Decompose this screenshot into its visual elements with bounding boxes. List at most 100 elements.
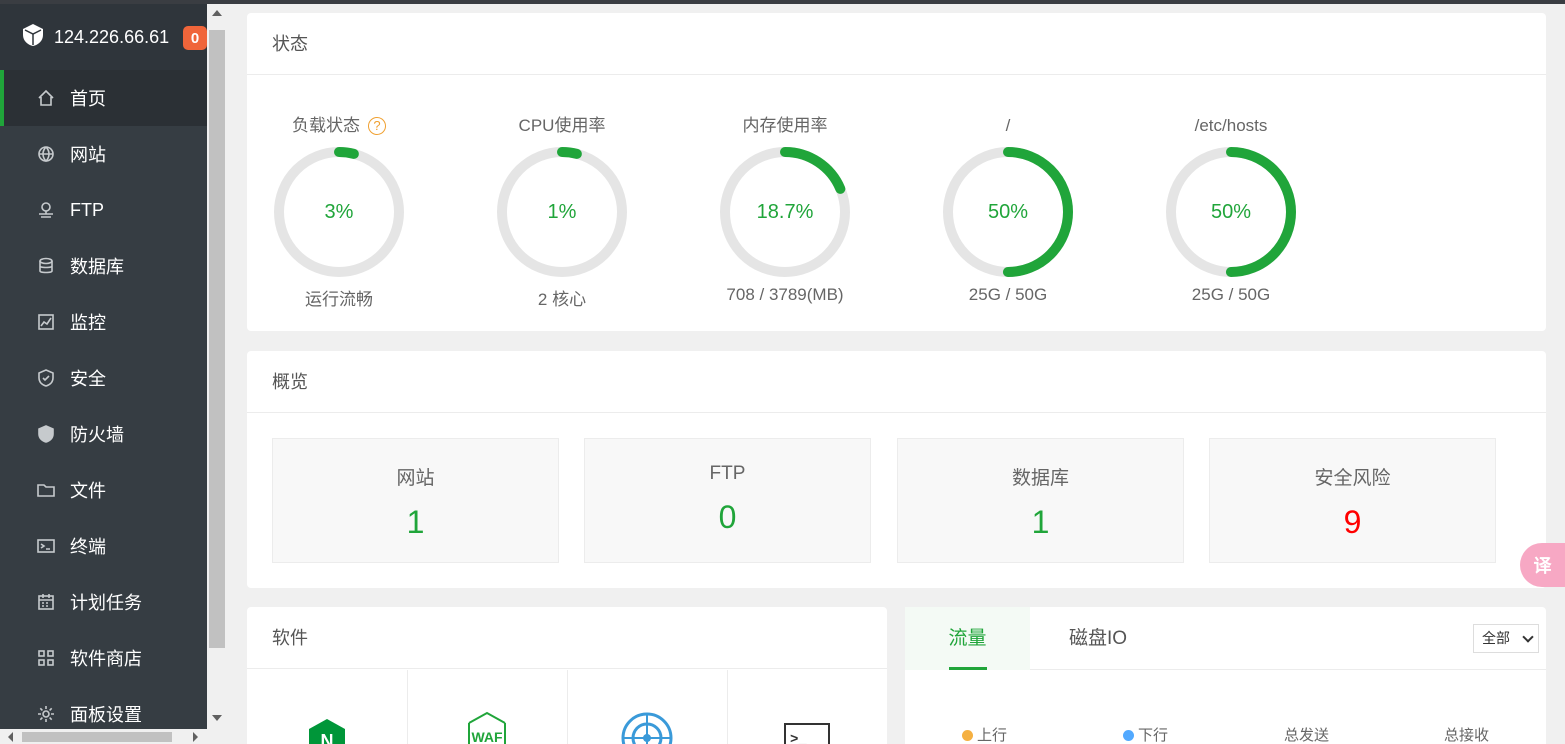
panel-title: 状态 bbox=[247, 13, 1546, 75]
sidebar-item-label: 面板设置 bbox=[70, 705, 142, 725]
gauge-memory[interactable]: 内存使用率 18.7% 708 / 3789(MB) bbox=[715, 113, 855, 305]
download-dot bbox=[1123, 730, 1134, 741]
gauge-subtext: 708 / 3789(MB) bbox=[726, 285, 844, 304]
card-value: 1 bbox=[406, 504, 425, 540]
gauge-subtext: 25G / 50G bbox=[1191, 285, 1271, 304]
traffic-panel: 流量 磁盘IO 全部 上行 下行 总发送 总接收 bbox=[905, 607, 1546, 744]
overview-card-database[interactable]: 数据库 1 bbox=[897, 438, 1184, 563]
nginx-icon[interactable]: N bbox=[307, 719, 347, 744]
panel-title: 软件 bbox=[247, 607, 887, 669]
gauge-label: CPU使用率 bbox=[518, 116, 606, 135]
sidebar-horizontal-scrollbar[interactable] bbox=[0, 729, 207, 744]
globe-icon bbox=[36, 144, 56, 164]
column-divider bbox=[407, 670, 408, 744]
sidebar-item-cron[interactable]: 计划任务 bbox=[0, 574, 207, 630]
sidebar-item-label: 首页 bbox=[70, 89, 106, 109]
total-received-label: 总接收 bbox=[1444, 727, 1490, 744]
sidebar-item-home[interactable]: 首页 bbox=[0, 70, 207, 126]
radar-icon[interactable] bbox=[621, 712, 673, 744]
home-icon bbox=[36, 88, 56, 108]
scroll-left-arrow[interactable] bbox=[8, 732, 13, 742]
sidebar-item-ftp[interactable]: FTP bbox=[0, 182, 207, 238]
legend-upload-label: 上行 bbox=[977, 727, 1008, 744]
monitor-icon bbox=[36, 312, 56, 332]
select-value: 全部 bbox=[1482, 630, 1510, 646]
scroll-thumb[interactable] bbox=[209, 30, 225, 648]
overview-card-ftp[interactable]: FTP 0 bbox=[584, 438, 871, 563]
card-value: 1 bbox=[1031, 504, 1050, 540]
interface-select[interactable]: 全部 bbox=[1473, 624, 1539, 653]
card-value: 0 bbox=[718, 499, 737, 535]
gauge-subtext: 2 核心 bbox=[537, 290, 587, 309]
sidebar-item-label: 监控 bbox=[70, 313, 106, 333]
sidebar-item-monitor[interactable]: 监控 bbox=[0, 294, 207, 350]
legend-download: 下行 bbox=[1123, 724, 1168, 744]
scroll-up-arrow[interactable] bbox=[212, 10, 222, 16]
overview-panel: 概览 网站 1 FTP 0 数据库 1 安全风险 9 bbox=[247, 351, 1546, 588]
sidebar-item-app-store[interactable]: 软件商店 bbox=[0, 630, 207, 686]
gauge-ring: 3% bbox=[272, 145, 406, 279]
sidebar-item-firewall[interactable]: 防火墙 bbox=[0, 406, 207, 462]
card-label: 数据库 bbox=[1011, 468, 1069, 489]
gauge-load[interactable]: 负载状态? 3% 运行流畅 bbox=[269, 113, 409, 310]
gauge-ring: 18.7% bbox=[718, 145, 852, 279]
overview-card-website[interactable]: 网站 1 bbox=[272, 438, 559, 563]
terminal-app-icon[interactable]: >_ bbox=[784, 723, 830, 744]
gauge-value: 1% bbox=[547, 201, 577, 223]
column-divider bbox=[727, 670, 728, 744]
gauge-value: 3% bbox=[324, 201, 354, 223]
card-label: FTP bbox=[709, 463, 746, 484]
gauge-value: 18.7% bbox=[756, 201, 814, 223]
translate-button[interactable]: 译 bbox=[1520, 543, 1565, 587]
sidebar-item-label: 防火墙 bbox=[70, 425, 124, 445]
gauge-ring: 50% bbox=[1164, 145, 1298, 279]
svg-text:N: N bbox=[321, 731, 334, 744]
chevron-down-icon bbox=[1522, 631, 1534, 643]
notification-badge[interactable]: 0 bbox=[183, 26, 207, 50]
gauge-value: 50% bbox=[1210, 201, 1252, 223]
scroll-right-arrow[interactable] bbox=[193, 732, 198, 742]
sidebar-item-label: 计划任务 bbox=[70, 593, 142, 613]
status-panel: 状态 负载状态? 3% 运行流畅 CPU使用率 1% 2 核心 内存使用率 18… bbox=[247, 13, 1546, 331]
waf-icon[interactable]: WAF bbox=[465, 711, 509, 744]
sidebar-item-database[interactable]: 数据库 bbox=[0, 238, 207, 294]
terminal-icon bbox=[36, 536, 56, 556]
total-sent-label: 总发送 bbox=[1284, 727, 1330, 744]
traffic-tabbar: 流量 磁盘IO 全部 bbox=[905, 607, 1546, 670]
panel-title: 概览 bbox=[247, 351, 1546, 413]
tab-disk-io[interactable]: 磁盘IO bbox=[1069, 607, 1127, 670]
scroll-down-arrow[interactable] bbox=[212, 715, 222, 721]
sidebar-item-files[interactable]: 文件 bbox=[0, 462, 207, 518]
sidebar-item-label: 数据库 bbox=[70, 257, 124, 277]
legend-upload: 上行 bbox=[962, 724, 1007, 744]
sidebar-vertical-scrollbar[interactable] bbox=[207, 4, 227, 744]
svg-text:>_: >_ bbox=[790, 732, 807, 744]
legend-download-label: 下行 bbox=[1138, 727, 1169, 744]
gauge-disk-root[interactable]: / 50% 25G / 50G bbox=[938, 113, 1078, 305]
overview-card-security-risk[interactable]: 安全风险 9 bbox=[1209, 438, 1496, 563]
column-divider bbox=[567, 670, 568, 744]
gear-icon bbox=[36, 704, 56, 724]
gauge-ring: 50% bbox=[941, 145, 1075, 279]
tab-traffic[interactable]: 流量 bbox=[905, 607, 1030, 670]
gauge-label: 内存使用率 bbox=[742, 116, 828, 135]
sidebar-item-label: 网站 bbox=[70, 145, 106, 165]
database-icon bbox=[36, 256, 56, 276]
grid-icon bbox=[36, 648, 56, 668]
sidebar-item-label: 终端 bbox=[70, 537, 106, 557]
card-value: 9 bbox=[1343, 504, 1362, 540]
sidebar-item-security[interactable]: 安全 bbox=[0, 350, 207, 406]
calendar-icon bbox=[36, 592, 56, 612]
sidebar-item-label: 文件 bbox=[70, 481, 106, 501]
scroll-thumb[interactable] bbox=[22, 732, 172, 742]
gauge-subtext: 25G / 50G bbox=[968, 285, 1048, 304]
help-icon[interactable]: ? bbox=[368, 117, 386, 135]
card-label: 网站 bbox=[396, 468, 435, 489]
server-icon bbox=[22, 23, 44, 52]
gauge-cpu[interactable]: CPU使用率 1% 2 核心 bbox=[492, 113, 632, 310]
sidebar-item-label: FTP bbox=[70, 199, 104, 220]
sidebar-item-terminal[interactable]: 终端 bbox=[0, 518, 207, 574]
gauge-disk-hosts[interactable]: /etc/hosts 50% 25G / 50G bbox=[1161, 113, 1301, 305]
software-panel: 软件 N WAF >_ bbox=[247, 607, 887, 744]
sidebar-item-website[interactable]: 网站 bbox=[0, 126, 207, 182]
